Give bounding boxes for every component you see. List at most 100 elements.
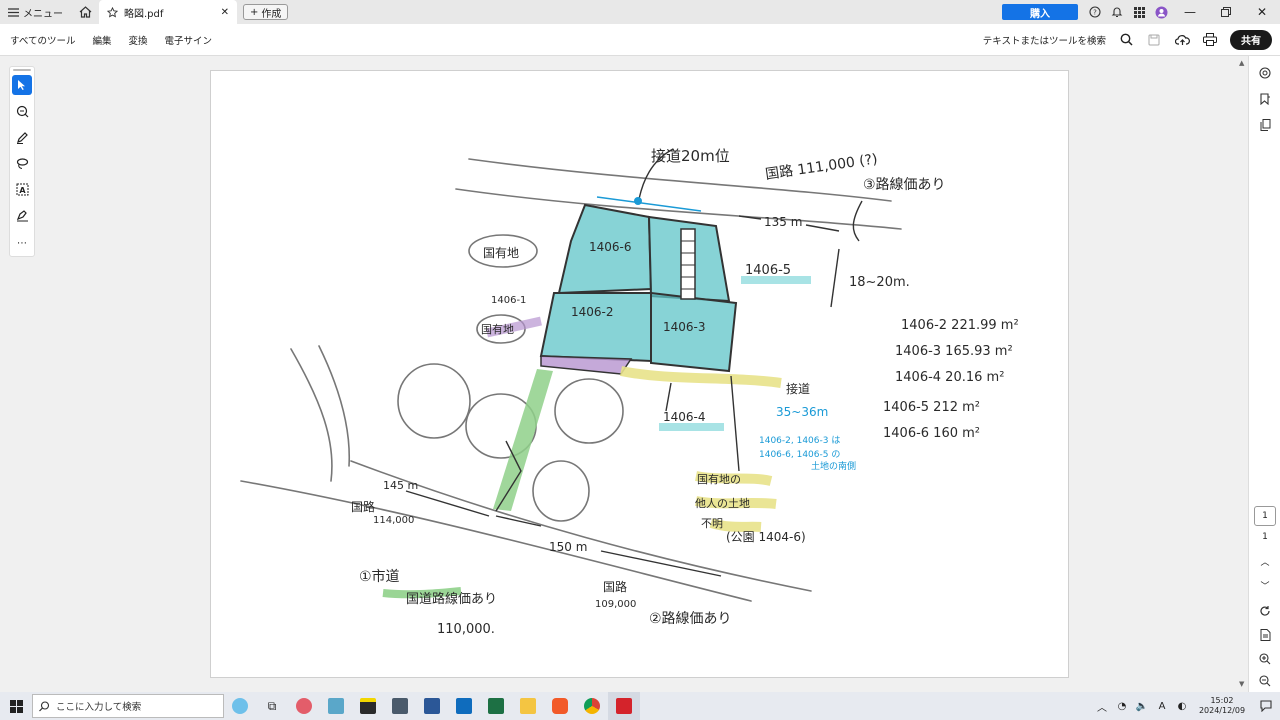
select-tool[interactable] bbox=[12, 75, 32, 95]
page-view-button[interactable] bbox=[1249, 624, 1280, 646]
acrobat-icon bbox=[616, 698, 632, 714]
text-tool[interactable]: A bbox=[12, 179, 32, 199]
tab-title: 略図.pdf bbox=[124, 8, 164, 20]
lot-label-1406-3: 1406-3 bbox=[663, 320, 706, 334]
outlook-icon bbox=[456, 698, 472, 714]
save-button[interactable] bbox=[1140, 24, 1168, 56]
ime-button[interactable]: A bbox=[1154, 692, 1170, 720]
taskbar-search[interactable]: ここに入力して検索 bbox=[32, 694, 224, 718]
dist-145: 145 m bbox=[383, 479, 418, 492]
security-button[interactable]: ◐ bbox=[1174, 692, 1190, 720]
point-marker bbox=[634, 197, 642, 205]
taskbar-app-chrome[interactable] bbox=[576, 692, 608, 720]
sign-tool[interactable] bbox=[12, 205, 32, 225]
account-button[interactable] bbox=[1150, 0, 1172, 24]
menu-all-tools[interactable]: すべてのツール bbox=[10, 33, 75, 47]
cloud-upload-button[interactable] bbox=[1168, 24, 1196, 56]
svg-text:A: A bbox=[19, 186, 26, 195]
apps-button[interactable] bbox=[1128, 0, 1150, 24]
road-left-value: 114,000 bbox=[373, 515, 414, 526]
taskbar-app-photos[interactable] bbox=[320, 692, 352, 720]
comment-tool[interactable] bbox=[12, 101, 32, 121]
text-box-icon: A bbox=[16, 183, 28, 195]
menu-esign[interactable]: 電子サイン bbox=[165, 33, 213, 47]
star-icon[interactable] bbox=[107, 6, 118, 18]
search-button[interactable] bbox=[1112, 24, 1140, 56]
close-icon[interactable]: ✕ bbox=[221, 7, 229, 18]
blue-note-line: 1406-6, 1406-5 の bbox=[759, 450, 840, 460]
menu-button[interactable]: メニュー bbox=[0, 0, 71, 24]
note-road-top: 国路 111,000 (?) bbox=[764, 151, 878, 183]
next-page-button[interactable]: ﹀ bbox=[1249, 574, 1280, 596]
zoom-out-button[interactable] bbox=[1249, 670, 1280, 692]
start-button[interactable] bbox=[0, 692, 32, 720]
restore-icon bbox=[1221, 7, 1231, 17]
plus-icon: + bbox=[250, 6, 259, 18]
taskbar-app-acrobat[interactable] bbox=[608, 692, 640, 720]
home-button[interactable] bbox=[71, 0, 99, 24]
svg-text:?: ? bbox=[1093, 9, 1097, 17]
task-view-button[interactable]: ⧉ bbox=[256, 692, 288, 720]
window-close-button[interactable]: ✕ bbox=[1244, 0, 1280, 24]
minimize-button[interactable]: — bbox=[1172, 0, 1208, 24]
draw-tool[interactable] bbox=[12, 127, 32, 147]
pages-button[interactable] bbox=[1249, 114, 1280, 136]
dist-135: 135 m bbox=[764, 215, 802, 229]
taskbar-app-calculator[interactable] bbox=[384, 692, 416, 720]
vertical-scrollbar[interactable]: ▲ ▼ bbox=[1237, 56, 1248, 692]
taskbar-app-brave[interactable] bbox=[544, 692, 576, 720]
chrome-icon bbox=[584, 698, 600, 714]
taskbar-app-excel[interactable] bbox=[480, 692, 512, 720]
taskbar-app-outlook[interactable] bbox=[448, 692, 480, 720]
calculator-icon bbox=[392, 698, 408, 714]
page-number-input[interactable]: 1 bbox=[1254, 506, 1276, 526]
taskbar-app-explorer[interactable] bbox=[512, 692, 544, 720]
help-button[interactable]: ? bbox=[1084, 0, 1106, 24]
more-tools[interactable]: ⋯ bbox=[12, 233, 32, 253]
grid-icon bbox=[1133, 6, 1145, 18]
taskbar-app-sticky[interactable] bbox=[352, 692, 384, 720]
tab-document[interactable]: 略図.pdf ✕ bbox=[99, 0, 237, 24]
new-label: 作成 bbox=[261, 8, 282, 20]
print-button[interactable] bbox=[1196, 24, 1224, 56]
taskbar-app-word[interactable] bbox=[416, 692, 448, 720]
note-kokuyu-line: 国有地の bbox=[697, 472, 741, 486]
menu-edit[interactable]: 編集 bbox=[92, 33, 111, 47]
tool-search-label[interactable]: テキストまたはツールを検索 bbox=[983, 33, 1106, 47]
clock[interactable]: 15:02 2024/12/09 bbox=[1192, 696, 1252, 716]
search-icon bbox=[39, 700, 50, 711]
weather-widget[interactable] bbox=[224, 692, 256, 720]
zoom-in-button[interactable] bbox=[1249, 648, 1280, 670]
more-icon: ⋯ bbox=[17, 237, 27, 249]
kokuyu-label-2: 国有地 bbox=[481, 322, 514, 336]
panel-grip[interactable] bbox=[13, 69, 31, 71]
scroll-up-icon[interactable]: ▲ bbox=[1239, 59, 1244, 67]
notification-button[interactable] bbox=[1106, 0, 1128, 24]
road-bottom-label: 国路 bbox=[603, 579, 627, 594]
shield-icon: ◐ bbox=[1177, 700, 1187, 712]
chevron-down-icon: ﹀ bbox=[1260, 581, 1270, 592]
buy-button[interactable]: 購入 bbox=[1002, 4, 1078, 20]
rotate-button[interactable] bbox=[1249, 600, 1280, 622]
volume-button[interactable]: 🔈 bbox=[1134, 692, 1150, 720]
prev-page-button[interactable]: ︿ bbox=[1249, 550, 1280, 572]
share-button[interactable]: 共有 bbox=[1230, 29, 1272, 50]
window-close-icon: ✕ bbox=[1256, 5, 1268, 19]
bookmarks-button[interactable] bbox=[1249, 88, 1280, 110]
scroll-down-icon[interactable]: ▼ bbox=[1239, 680, 1244, 688]
printer-icon bbox=[1203, 33, 1217, 46]
menu-convert[interactable]: 変換 bbox=[128, 33, 147, 47]
note-shido: ①市道 bbox=[359, 568, 400, 585]
tray-overflow-button[interactable]: ︿ bbox=[1094, 692, 1110, 720]
comments-panel-button[interactable] bbox=[1249, 62, 1280, 84]
clock-date: 2024/12/09 bbox=[1198, 706, 1246, 715]
parcel-1406-4 bbox=[540, 355, 633, 375]
restore-button[interactable] bbox=[1208, 0, 1244, 24]
clock-time: 15:02 bbox=[1210, 696, 1234, 705]
notification-center-button[interactable] bbox=[1252, 692, 1280, 720]
task-view-icon: ⧉ bbox=[267, 698, 277, 713]
network-button[interactable]: ◔ bbox=[1114, 692, 1130, 720]
freehand-tool[interactable] bbox=[12, 153, 32, 173]
new-tab-button[interactable]: + 作成 bbox=[243, 4, 289, 20]
taskbar-app-paint[interactable] bbox=[288, 692, 320, 720]
